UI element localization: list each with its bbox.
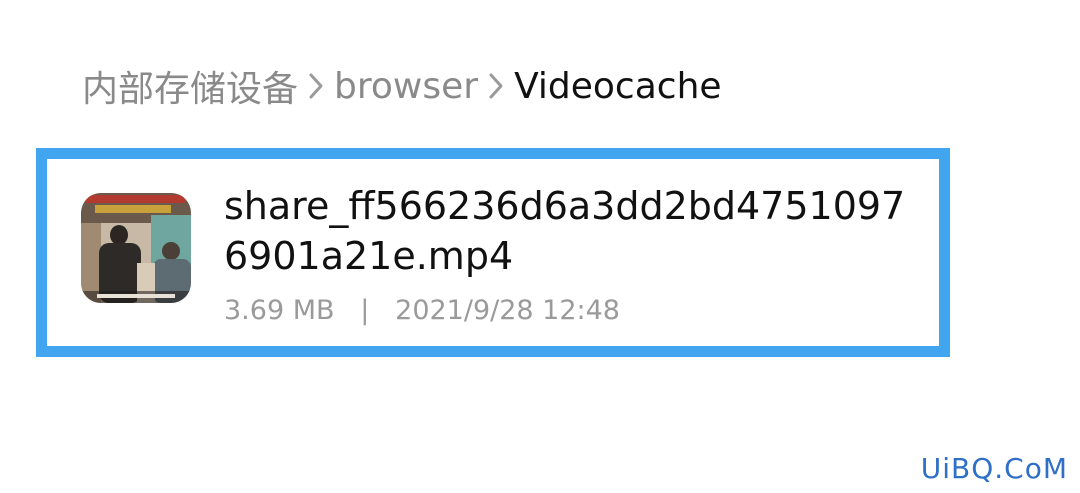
breadcrumb-item-browser[interactable]: browser [334, 66, 478, 107]
watermark-text: UiBQ.CoM [920, 452, 1068, 485]
file-meta: 3.69 MB | 2021/9/28 12:48 [224, 295, 620, 326]
file-date: 2021/9/28 12:48 [395, 295, 620, 326]
chevron-right-icon [482, 68, 510, 104]
file-name: share_ff566236d6a3dd2bd47510976901a21e.m… [224, 184, 906, 278]
file-size: 3.69 MB [224, 295, 335, 326]
file-list-item[interactable]: share_ff566236d6a3dd2bd47510976901a21e.m… [36, 148, 950, 357]
video-thumbnail [81, 193, 191, 303]
breadcrumb-item-videocache: Videocache [514, 65, 722, 107]
chevron-right-icon [302, 68, 330, 104]
breadcrumb: 内部存储设备 browser Videocache [82, 58, 722, 114]
breadcrumb-item-internal-storage[interactable]: 内部存储设备 [82, 60, 298, 112]
